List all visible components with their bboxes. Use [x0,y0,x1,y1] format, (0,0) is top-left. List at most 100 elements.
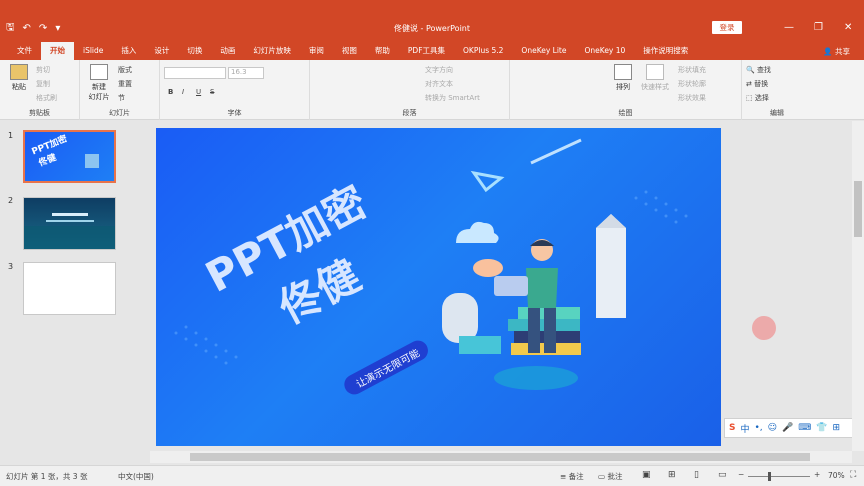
zoom-in-button[interactable]: + [814,470,820,479]
restore-button[interactable]: ❐ [814,22,823,33]
convert-smartart-button[interactable]: 转换为 SmartArt [425,93,480,103]
quick-styles-label: 快速样式 [641,83,669,91]
zoom-level[interactable]: 70% [828,471,845,480]
quick-styles-button[interactable]: 快速样式 [638,64,672,92]
close-button[interactable]: ✕ [844,22,852,33]
skin-icon[interactable]: 👕 [816,423,827,433]
font-size-dropdown[interactable]: 16.3 [228,67,264,79]
tab-0[interactable]: 文件 [8,42,41,60]
align-text-button[interactable]: 对齐文本 [425,79,453,89]
slideshow-icon[interactable]: ▭ [718,470,727,480]
text-direction-button[interactable]: 文字方向 [425,65,453,75]
ime-mode-label[interactable]: 中 [740,422,749,435]
svg-text:PPT加密: PPT加密 [30,132,69,157]
paste-icon [10,64,28,80]
slide-thumbnail-3[interactable] [23,262,116,315]
speech-bubble [473,259,503,277]
find-button[interactable]: 🔍 查找 [746,65,771,75]
comments-button[interactable]: ▭ 批注 [598,471,622,482]
ribbon: 粘贴 剪切 复制 格式刷 剪贴板 新建 幻灯片 版式 重置 节 幻灯片 16.3… [0,60,864,161]
italic-button[interactable]: I [182,88,184,96]
tab-11[interactable]: PDF工具集 [399,42,454,60]
laptop-icon [494,276,528,296]
arrange-label: 排列 [616,83,630,91]
backpack-icon [442,293,478,343]
mouse-cursor-highlight [752,316,776,340]
copy-button[interactable]: 复制 [36,79,50,89]
slide-counter: 幻灯片 第 1 张，共 3 张 [6,472,88,481]
slide-sorter-icon[interactable]: ⊞ [668,470,676,480]
login-button[interactable]: 登录 [712,21,742,34]
notes-label: 备注 [568,472,584,481]
horizontal-scrollbar[interactable] [150,451,852,463]
tab-9[interactable]: 视图 [333,42,366,60]
language-indicator[interactable]: 中文(中国) [118,471,154,482]
minimize-button[interactable]: — [784,22,794,33]
fit-to-window-icon[interactable]: ⛶ [850,470,856,480]
tab-2[interactable]: iSlide [74,42,112,60]
slide-thumbnail-panel: 1 PPT加密 佟健 2 3 [0,121,150,465]
reading-view-icon[interactable]: ▯ [694,470,699,480]
tab-1[interactable]: 开始 [41,42,74,60]
vertical-scrollbar[interactable] [852,121,864,451]
paragraph-group-label: 段落 [402,109,417,117]
emoji-icon[interactable]: ☺ [768,423,777,433]
vertical-scroll-thumb[interactable] [854,181,862,237]
punctuation-icon[interactable]: •, [755,423,763,433]
thumbnail-number: 1 [8,131,14,140]
select-button[interactable]: ⬚ 选择 [746,93,769,103]
tab-7[interactable]: 幻灯片放映 [244,42,300,60]
replace-button[interactable]: ⇄ 替换 [746,79,768,89]
zoom-out-button[interactable]: − [738,470,744,479]
title-bar: 🖫 ↶ ↷ ▾ 佟健说 - PowerPoint 登录 — ❐ ✕ [0,0,864,42]
zoom-slider-thumb[interactable] [768,472,771,481]
shape-fill-button[interactable]: 形状填充 [678,65,706,75]
underline-button[interactable]: U [196,88,201,96]
reset-button[interactable]: 重置 [118,79,132,89]
font-name-dropdown[interactable] [164,67,226,79]
normal-view-icon[interactable]: ▣ [642,470,651,480]
ime-toolbar[interactable]: S 中 •, ☺ 🎤 ⌨ 👕 ⊞ [724,418,864,438]
voice-icon[interactable]: 🎤 [782,423,793,433]
slide-thumbnail-2[interactable] [23,197,116,250]
desk-icon [459,336,501,354]
horizontal-scroll-thumb[interactable] [190,453,810,461]
shape-effects-button[interactable]: 形状效果 [678,93,706,103]
person-body [526,268,558,308]
slide-1[interactable]: PPT加密 佟健 让演示无限可能 [156,128,721,446]
tab-8[interactable]: 审阅 [300,42,333,60]
slide-thumbnail-1[interactable]: PPT加密 佟健 [23,130,116,183]
tab-5[interactable]: 切换 [178,42,211,60]
tab-3[interactable]: 插入 [112,42,145,60]
layout-button[interactable]: 版式 [118,65,132,75]
thumbnail-number: 3 [8,262,14,271]
tab-6[interactable]: 动画 [211,42,244,60]
share-button[interactable]: 👤 共享 [823,46,850,57]
tagline-pill: 让演示无限可能 [344,340,428,395]
toolbox-icon[interactable]: ⊞ [833,423,841,433]
cut-button[interactable]: 剪切 [36,65,50,75]
format-painter-button[interactable]: 格式刷 [36,93,57,103]
new-slide-button[interactable]: 新建 幻灯片 [82,64,116,102]
ribbon-tabs: 文件 开始 iSlide 插入 设计 切换 动画 幻灯片放映 审阅 视图 帮助 PDF工具集 OKPlu… [0,42,864,60]
shape-outline-button[interactable]: 形状轮廓 [678,79,706,89]
arrange-button[interactable]: 排列 [608,64,638,92]
tab-4[interactable]: 设计 [145,42,178,60]
comments-label: 批注 [607,472,623,481]
tab-14[interactable]: OneKey 10 [576,42,635,60]
tab-15[interactable]: 操作说明搜索 [634,42,697,60]
tab-12[interactable]: OKPlus 5.2 [454,42,512,60]
paste-label: 粘贴 [12,83,26,91]
strikethrough-button[interactable]: S [210,88,214,96]
section-button[interactable]: 节 [118,93,125,103]
tab-13[interactable]: OneKey Lite [512,42,575,60]
notes-button[interactable]: ≡ 备注 [560,471,584,482]
new-slide-icon [90,64,108,80]
paste-button[interactable]: 粘贴 [4,64,34,92]
clipboard-group-label: 剪贴板 [29,109,50,117]
tab-10[interactable]: 帮助 [366,42,399,60]
zoom-slider-track[interactable] [748,476,810,477]
keyboard-icon[interactable]: ⌨ [798,423,811,433]
font-group-label: 字体 [227,109,242,117]
bold-button[interactable]: B [168,88,173,96]
